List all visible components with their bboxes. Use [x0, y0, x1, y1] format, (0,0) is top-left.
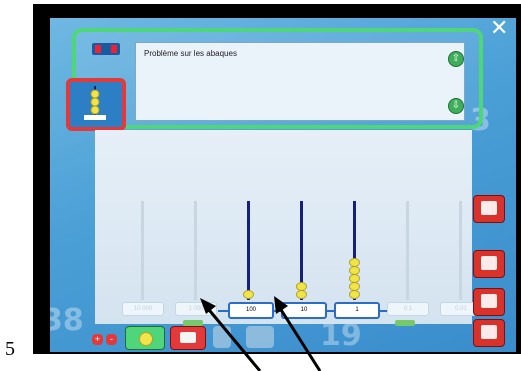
eraser-icon	[180, 332, 196, 343]
megaphone-button[interactable]	[473, 195, 505, 223]
bead-button[interactable]	[125, 326, 165, 350]
close-icon[interactable]: ✕	[490, 18, 508, 40]
annotation-arrows	[200, 296, 322, 371]
pencil-icon	[481, 256, 497, 270]
column-tag[interactable]	[395, 320, 415, 326]
column-label[interactable]: 10 000	[122, 302, 164, 316]
abacus-rod[interactable]	[141, 201, 144, 300]
abacus-rod[interactable]	[459, 201, 462, 300]
column-label[interactable]: 0.1	[387, 302, 429, 316]
abacus-bead[interactable]	[349, 258, 360, 267]
abacus-bead[interactable]	[349, 266, 360, 275]
calendar-button[interactable]	[473, 288, 505, 316]
trash-icon	[481, 325, 497, 339]
plus-button[interactable]: +	[92, 334, 103, 345]
calendar-icon	[481, 294, 497, 308]
minus-button[interactable]: -	[106, 334, 117, 345]
abacus-rod[interactable]	[406, 201, 409, 300]
megaphone-icon	[481, 201, 497, 215]
page-number: 5	[5, 338, 15, 360]
bead-icon	[139, 332, 153, 346]
pencil-button[interactable]	[473, 250, 505, 278]
abacus-rod[interactable]	[194, 201, 197, 300]
trash-button[interactable]	[473, 319, 505, 347]
